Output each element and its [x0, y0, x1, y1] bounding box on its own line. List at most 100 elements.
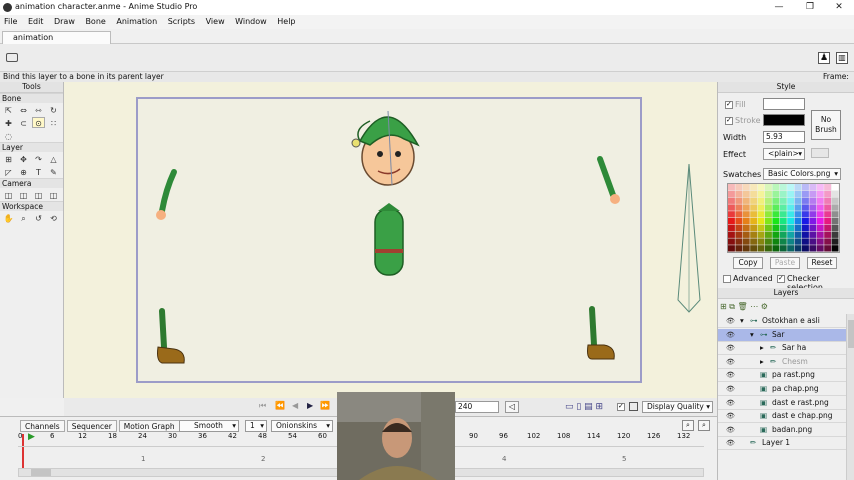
swatch-cell[interactable] [802, 211, 809, 218]
swatch-cell[interactable] [742, 211, 750, 218]
swatch-cell[interactable] [787, 184, 795, 191]
tab-motion-graph[interactable]: Motion Graph [118, 420, 180, 432]
swatch-cell[interactable] [802, 238, 809, 245]
expand-chevron-icon[interactable]: ▾ [740, 315, 744, 327]
swatch-cell[interactable] [765, 190, 772, 198]
swatch-cell[interactable] [824, 184, 832, 191]
effect-settings-button[interactable] [811, 148, 829, 158]
zoom-out-icon[interactable]: ⌕ [682, 420, 694, 431]
stage-frame[interactable] [136, 97, 642, 383]
layer-row[interactable]: 👁 ▣ badan.png [718, 424, 846, 437]
layer-settings-icon[interactable]: ⋯ [750, 302, 758, 311]
user-icon[interactable]: ♟ [818, 52, 830, 64]
swatch-cell[interactable] [794, 197, 802, 204]
swatch-cell[interactable] [728, 238, 735, 245]
swatch-cell[interactable] [794, 231, 802, 238]
swatch-cell[interactable] [824, 231, 832, 238]
swatch-cell[interactable] [757, 238, 765, 245]
bone-rotate-icon[interactable]: ↻ [47, 104, 60, 115]
menu-bone[interactable]: Bone [81, 15, 109, 29]
layer-row[interactable]: 👁 ▣ dast e chap.png [718, 410, 846, 424]
menu-edit[interactable]: Edit [24, 15, 48, 29]
layer-row[interactable]: 👁 ▣ pa chap.png [718, 383, 846, 396]
swatch-cell[interactable] [831, 231, 839, 238]
visibility-eye-icon[interactable]: 👁 [726, 358, 736, 366]
menu-help[interactable]: Help [273, 15, 299, 29]
swatch-cell[interactable] [728, 224, 735, 232]
swatch-cell[interactable] [794, 211, 802, 218]
layer-row[interactable]: 👁 ▾ ⊶ Sar [718, 328, 846, 342]
swatch-cell[interactable] [735, 184, 743, 191]
layer-options-icon[interactable]: ⚙ [761, 302, 768, 311]
visibility-eye-icon[interactable]: 👁 [726, 399, 736, 407]
menu-draw[interactable]: Draw [50, 15, 79, 29]
onionskins-dropdown[interactable]: Onionskins ▾ [271, 420, 333, 432]
swatch-cell[interactable] [816, 218, 824, 225]
stroke-checkbox[interactable] [725, 116, 733, 125]
no-brush-button[interactable]: No Brush [811, 110, 841, 140]
swatch-cell[interactable] [802, 231, 809, 238]
zoom-icon[interactable]: ⌕ [17, 212, 30, 223]
layer-bend-icon[interactable]: ◸ [2, 166, 15, 177]
swatch-cell[interactable] [824, 224, 832, 232]
swatch-cell[interactable] [765, 238, 772, 245]
layer-transform-icon[interactable]: ⊞ [2, 153, 15, 164]
menu-scripts[interactable]: Scripts [164, 15, 199, 29]
text-tool-icon[interactable]: T [32, 166, 45, 177]
swatch-cell[interactable] [809, 224, 817, 232]
swatch-cell[interactable] [809, 245, 817, 252]
swatch-cell[interactable] [765, 184, 772, 191]
camera-icon[interactable] [6, 53, 18, 62]
swatch-cell[interactable] [750, 238, 758, 245]
bone-select-icon[interactable]: ⇱ [2, 104, 15, 115]
menu-view[interactable]: View [202, 15, 229, 29]
panels-icon[interactable]: ▥ [836, 52, 848, 64]
swatch-cell[interactable] [742, 224, 750, 232]
swatch-cell[interactable] [757, 204, 765, 211]
swatch-cell[interactable] [824, 218, 832, 225]
fast-forward-button[interactable]: ⏩ [320, 401, 330, 410]
advanced-checkbox[interactable] [723, 275, 731, 283]
tab-sequencer[interactable]: Sequencer [66, 420, 117, 432]
document-tab[interactable]: animation character.anme [2, 31, 111, 54]
layer-row[interactable]: 👁 ▣ pa rast.png [718, 369, 846, 383]
frame-icon[interactable] [629, 402, 638, 411]
swatch-cell[interactable] [750, 204, 758, 211]
swatch-cell[interactable] [757, 245, 765, 252]
swatch-cell[interactable] [728, 231, 735, 238]
expand-chevron-icon[interactable]: ▸ [760, 342, 764, 354]
swatch-cell[interactable] [794, 218, 802, 225]
new-layer-icon[interactable]: ⊞ [720, 302, 727, 311]
interpolation-count-dropdown[interactable]: 1 ▾ [245, 420, 267, 432]
swatch-cell[interactable] [831, 218, 839, 225]
layer-row[interactable]: 👁 ✏ Layer 1 [718, 437, 846, 451]
swatch-cell[interactable] [772, 231, 780, 238]
rewind-button[interactable]: ⏮ [259, 401, 266, 411]
swatch-cell[interactable] [824, 238, 832, 245]
swatch-cell[interactable] [794, 184, 802, 191]
swatch-cell[interactable] [816, 197, 824, 204]
layer-rotate-icon[interactable]: ↷ [32, 153, 45, 164]
bone-strength-icon[interactable]: ◌ [2, 130, 15, 141]
swatch-cell[interactable] [779, 245, 787, 252]
bone-offset-icon[interactable]: ∷ [47, 117, 60, 128]
eyedropper-icon[interactable]: ✎ [47, 166, 60, 177]
swatch-cell[interactable] [824, 211, 832, 218]
swatch-cell[interactable] [750, 245, 758, 252]
swatch-cell[interactable] [802, 184, 809, 191]
swatch-cell[interactable] [772, 238, 780, 245]
swatch-cell[interactable] [802, 190, 809, 198]
swatch-cell[interactable] [742, 218, 750, 225]
swatch-cell[interactable] [735, 224, 743, 232]
swatch-cell[interactable] [757, 224, 765, 232]
swatch-cell[interactable] [794, 204, 802, 211]
swatch-cell[interactable] [757, 218, 765, 225]
camera-pan-icon[interactable]: ◫ [47, 189, 60, 200]
swatch-cell[interactable] [787, 197, 795, 204]
swatch-cell[interactable] [728, 245, 735, 252]
layers-scroll-thumb[interactable] [848, 320, 854, 348]
swatch-cell[interactable] [794, 190, 802, 198]
view-layout-icons[interactable]: ▭ ▯ ▤ ⊞ [565, 402, 603, 412]
visibility-eye-icon[interactable]: 👁 [726, 412, 736, 420]
swatch-cell[interactable] [824, 245, 832, 252]
